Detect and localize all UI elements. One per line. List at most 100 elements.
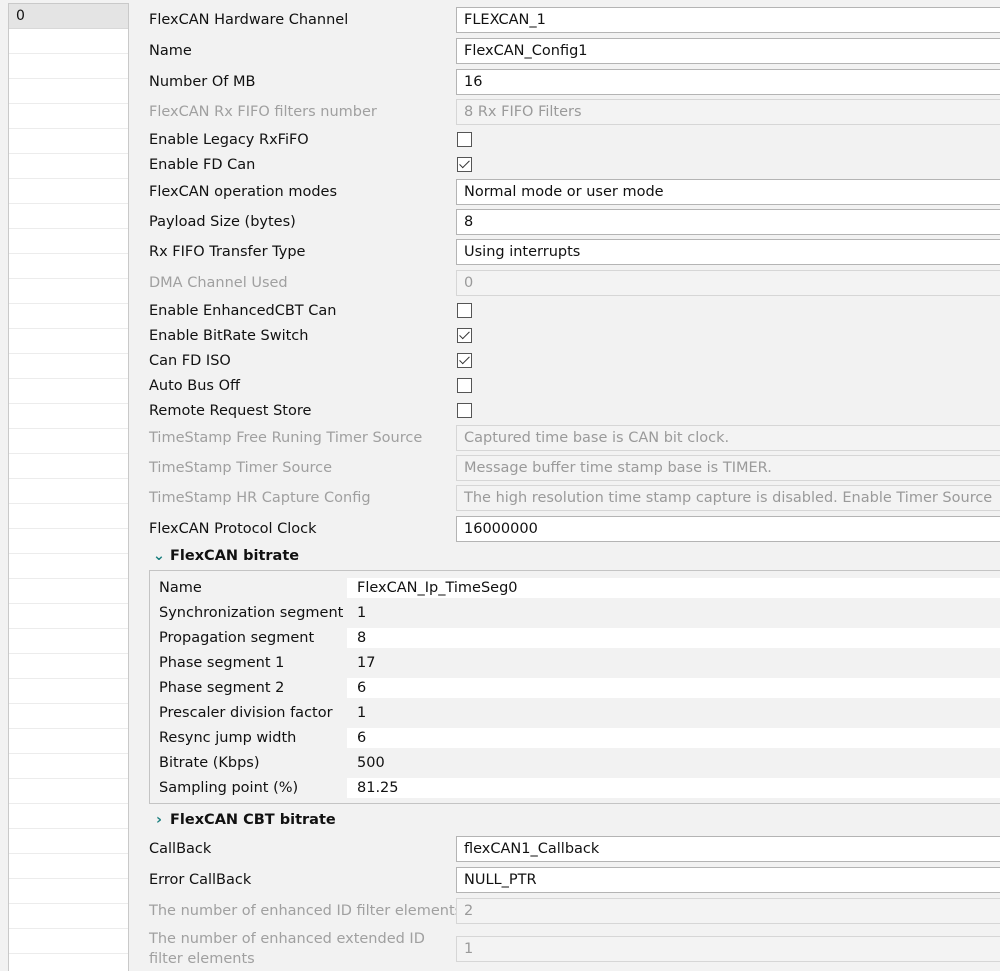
bitrate-value[interactable]: 1	[347, 603, 1000, 623]
list-item[interactable]	[9, 854, 128, 879]
list-item[interactable]	[9, 804, 128, 829]
bitrate-row-resync-jump-width[interactable]: Resync jump width 6	[150, 726, 1000, 751]
bitrate-label: Sampling point (%)	[159, 780, 299, 796]
bitrate-value[interactable]: 6	[347, 728, 1000, 748]
list-item[interactable]	[9, 754, 128, 779]
prop-label-the-number-of-enhanced-id-filter-elements: The number of enhanced ID filter element…	[149, 903, 463, 919]
list-item[interactable]	[9, 204, 128, 229]
bitrate-row-phase-segment-1[interactable]: Phase segment 1 17	[150, 651, 1000, 676]
list-item[interactable]	[9, 679, 128, 704]
list-item[interactable]	[9, 529, 128, 554]
bitrate-section-title: FlexCAN bitrate	[170, 548, 300, 564]
checkbox-enable-enhancedcbt-can[interactable]	[457, 303, 472, 318]
list-item[interactable]	[9, 479, 128, 504]
list-item[interactable]	[9, 729, 128, 754]
prop-label-name: Name	[149, 43, 192, 59]
bitrate-value[interactable]: 1	[347, 703, 1000, 723]
checkbox-enable-legacy-rxfifo[interactable]	[457, 132, 472, 147]
checkbox-enable-fd-can[interactable]	[457, 157, 472, 172]
list-item[interactable]	[9, 929, 128, 954]
list-item[interactable]	[9, 254, 128, 279]
list-item[interactable]	[9, 354, 128, 379]
field-timestamp-timer-source: Message buffer time stamp base is TIMER.	[456, 455, 1000, 481]
checkbox-can-fd-iso[interactable]	[457, 353, 472, 368]
config-list[interactable]: 0	[8, 3, 129, 971]
field-dma-channel-used: 0	[456, 270, 1000, 296]
bitrate-value[interactable]: 81.25	[347, 778, 1000, 798]
field-rx-fifo-transfer-type[interactable]: Using interrupts	[456, 239, 1000, 265]
prop-label-auto-bus-off: Auto Bus Off	[149, 378, 240, 394]
bitrate-row-sampling-point[interactable]: Sampling point (%) 81.25	[150, 776, 1000, 801]
list-item[interactable]	[9, 104, 128, 129]
cbt-section-title: FlexCAN CBT bitrate	[170, 812, 336, 828]
list-item[interactable]	[9, 379, 128, 404]
bitrate-value[interactable]: 17	[347, 653, 1000, 673]
list-item[interactable]	[9, 629, 128, 654]
bitrate-row-synchronization-segment[interactable]: Synchronization segment 1	[150, 601, 1000, 626]
bitrate-row-name[interactable]: Name FlexCAN_Ip_TimeSeg0	[150, 576, 1000, 601]
prop-label-timestamp-free-runing-timer-source: TimeStamp Free Runing Timer Source	[149, 430, 423, 446]
list-item-selected[interactable]: 0	[9, 4, 128, 29]
list-item[interactable]	[9, 129, 128, 154]
list-item[interactable]	[9, 904, 128, 929]
bitrate-value[interactable]: 8	[347, 628, 1000, 648]
checkbox-enable-bitrate-switch[interactable]	[457, 328, 472, 343]
checkbox-remote-request-store[interactable]	[457, 403, 472, 418]
bitrate-label: Propagation segment	[159, 630, 315, 646]
bitrate-value[interactable]: 6	[347, 678, 1000, 698]
field-flexcan-protocol-clock[interactable]: 16000000	[456, 516, 1000, 542]
list-item[interactable]	[9, 504, 128, 529]
bitrate-section-header[interactable]: ⌄ FlexCAN bitrate	[152, 546, 299, 566]
prop-label-enable-legacy-rxfifo: Enable Legacy RxFiFO	[149, 132, 309, 148]
bitrate-row-phase-segment-2[interactable]: Phase segment 2 6	[150, 676, 1000, 701]
list-item[interactable]	[9, 304, 128, 329]
chevron-down-icon[interactable]: ⌄	[152, 546, 166, 566]
cbt-bitrate-section-header[interactable]: › FlexCAN CBT bitrate	[152, 810, 336, 830]
bitrate-label: Name	[159, 580, 202, 596]
bitrate-label: Phase segment 2	[159, 680, 285, 696]
list-item[interactable]	[9, 79, 128, 104]
prop-label-rx-fifo-transfer-type: Rx FIFO Transfer Type	[149, 244, 306, 260]
bitrate-value[interactable]: 500	[347, 753, 1000, 773]
prop-label-callback: CallBack	[149, 841, 212, 857]
field-number-of-mb[interactable]: 16	[456, 69, 1000, 95]
list-item[interactable]	[9, 779, 128, 804]
chevron-right-icon[interactable]: ›	[152, 810, 166, 830]
list-item[interactable]	[9, 879, 128, 904]
list-item[interactable]	[9, 704, 128, 729]
field-the-number-of-enhanced-id-filter-elements: 2	[456, 898, 1000, 924]
field-error-callback[interactable]: NULL_PTR	[456, 867, 1000, 893]
bitrate-row-prescaler-division-factor[interactable]: Prescaler division factor 1	[150, 701, 1000, 726]
bitrate-table: Name FlexCAN_Ip_TimeSeg0 Synchronization s…	[149, 570, 1000, 804]
list-item[interactable]	[9, 429, 128, 454]
list-item[interactable]	[9, 554, 128, 579]
list-item[interactable]	[9, 579, 128, 604]
list-item[interactable]	[9, 604, 128, 629]
list-item[interactable]	[9, 29, 128, 54]
checkbox-auto-bus-off[interactable]	[457, 378, 472, 393]
bitrate-value[interactable]: FlexCAN_Ip_TimeSeg0	[347, 578, 1000, 598]
bitrate-label: Resync jump width	[159, 730, 297, 746]
bitrate-row-propagation-segment[interactable]: Propagation segment 8	[150, 626, 1000, 651]
field-timestamp-hr-capture-config: The high resolution time stamp capture i…	[456, 485, 1000, 511]
bitrate-row-bitrate-kbps[interactable]: Bitrate (Kbps) 500	[150, 751, 1000, 776]
list-item[interactable]	[9, 279, 128, 304]
field-flexcan-operation-modes[interactable]: Normal mode or user mode	[456, 179, 1000, 205]
list-item[interactable]	[9, 829, 128, 854]
list-item[interactable]	[9, 454, 128, 479]
list-item[interactable]	[9, 54, 128, 79]
field-name[interactable]: FlexCAN_Config1	[456, 38, 1000, 64]
field-callback[interactable]: flexCAN1_Callback	[456, 836, 1000, 862]
list-item[interactable]	[9, 404, 128, 429]
list-item[interactable]	[9, 654, 128, 679]
list-item[interactable]	[9, 329, 128, 354]
field-flexcan-hardware-channel[interactable]: FLEXCAN_1	[456, 7, 1000, 33]
field-payload-size-bytes[interactable]: 8	[456, 209, 1000, 235]
field-enhanced-extended-id-filter[interactable]: 1	[456, 936, 1000, 962]
list-item[interactable]	[9, 179, 128, 204]
prop-label-timestamp-hr-capture-config: TimeStamp HR Capture Config	[149, 490, 371, 506]
prop-label-number-of-mb: Number Of MB	[149, 74, 256, 90]
list-item[interactable]	[9, 229, 128, 254]
prop-label-payload-size-bytes: Payload Size (bytes)	[149, 214, 296, 230]
list-item[interactable]	[9, 154, 128, 179]
